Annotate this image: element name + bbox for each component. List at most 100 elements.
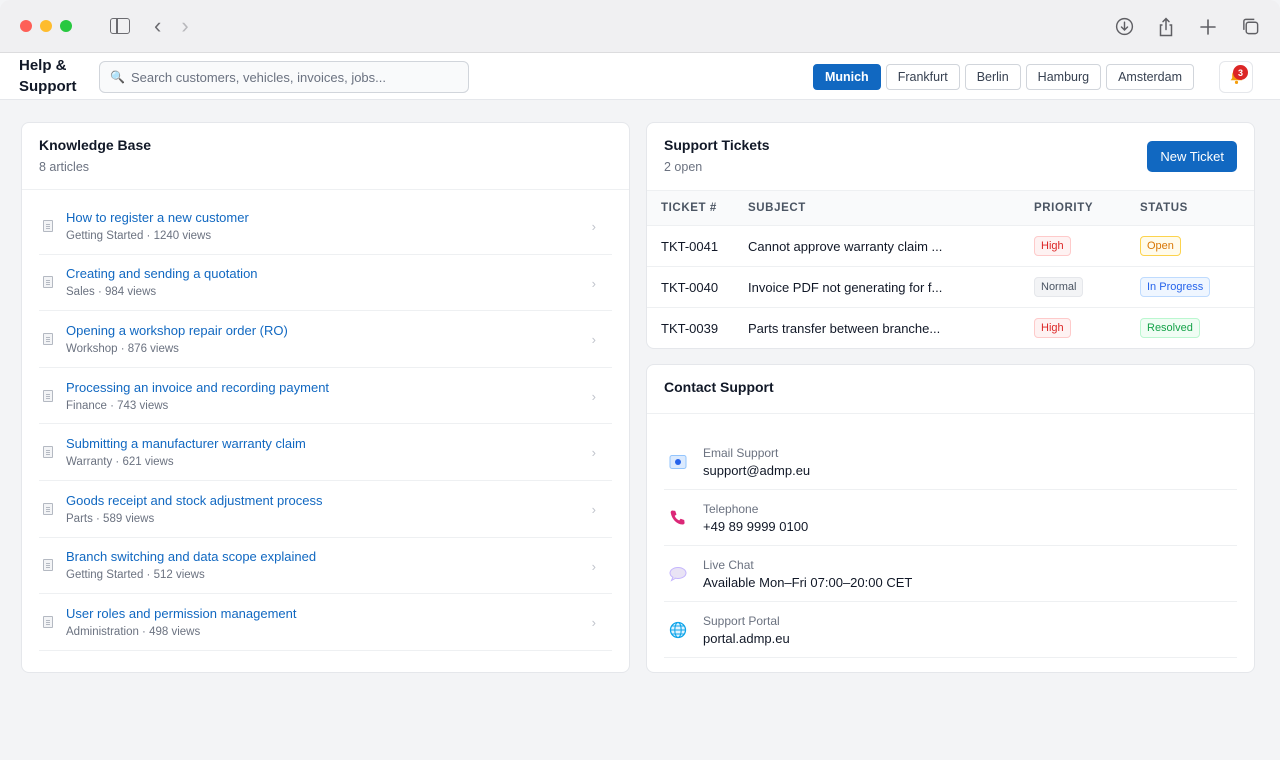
article-title-link[interactable]: Processing an invoice and recording paym… <box>66 380 329 395</box>
notifications-button[interactable]: 3 <box>1219 61 1253 93</box>
contact-value[interactable]: portal.admp.eu <box>703 631 790 646</box>
ticket-id: TKT-0039 <box>661 320 719 336</box>
ticket-subject: Parts transfer between branche... <box>748 320 941 336</box>
document-icon <box>43 389 53 402</box>
article-item[interactable]: Submitting a manufacturer warranty claim… <box>39 424 612 481</box>
contact-item-email[interactable]: Email Support support@admp.eu <box>664 434 1237 490</box>
chevron-right-icon: › <box>591 275 596 291</box>
table-row[interactable]: TKT-0040 Invoice PDF not generating for … <box>647 266 1254 308</box>
minimize-window-button[interactable] <box>40 20 52 32</box>
article-meta: Warranty · 621 views <box>66 456 174 469</box>
article-title-link[interactable]: Submitting a manufacturer warranty claim <box>66 436 306 451</box>
article-item[interactable]: Branch switching and data scope explaine… <box>39 538 612 595</box>
article-item[interactable]: Creating and sending a quotation Sales · … <box>39 255 612 312</box>
chevron-right-icon: › <box>591 219 596 234</box>
new-ticket-button[interactable]: New Ticket <box>1147 141 1237 172</box>
status-badge: Resolved <box>1140 318 1200 339</box>
new-tab-icon[interactable] <box>1198 17 1218 37</box>
branch-berlin-button[interactable]: Berlin <box>964 64 1021 90</box>
branch-munich-button[interactable]: Munich <box>812 64 881 90</box>
article-title-link[interactable]: Branch switching and data scope explaine… <box>66 549 316 564</box>
close-window-button[interactable] <box>20 20 32 32</box>
article-count: 8 articles <box>39 160 90 174</box>
chevron-right-icon: › <box>591 445 596 461</box>
contact-item-portal[interactable]: Support Portal portal.admp.eu <box>664 602 1237 658</box>
branch-frankfurt-button[interactable]: Frankfurt <box>885 64 960 90</box>
contact-support-title: Contact Support <box>664 379 774 395</box>
contact-value[interactable]: +49 89 9999 0100 <box>703 519 808 534</box>
article-meta: Parts · 589 views <box>66 512 155 525</box>
article-title-link[interactable]: Goods receipt and stock adjustment proce… <box>66 493 323 508</box>
article-title-link[interactable]: Opening a workshop repair order (RO) <box>66 323 288 338</box>
article-list: How to register a new customer Getting St… <box>22 198 629 651</box>
article-meta: Getting Started · 512 views <box>66 569 205 582</box>
branch-hamburg-button[interactable]: Hamburg <box>1025 64 1102 90</box>
article-meta: Workshop · 876 views <box>66 342 179 355</box>
window-controls <box>20 20 72 32</box>
maximize-window-button[interactable] <box>60 20 72 32</box>
document-icon <box>43 446 53 459</box>
document-icon <box>43 615 53 628</box>
app-header: Help & Support 🔍 Munich Frankfurt Berlin… <box>0 53 1280 100</box>
article-meta: Sales · 984 views <box>66 286 157 299</box>
article-item[interactable]: Opening a workshop repair order (RO) Work… <box>39 311 612 368</box>
column-header-subject[interactable]: SUBJECT <box>748 191 1034 226</box>
contact-label: Live Chat <box>703 557 754 572</box>
article-title-link[interactable]: How to register a new customer <box>66 210 249 225</box>
table-row[interactable]: TKT-0039 Parts transfer between branche.… <box>647 308 1254 349</box>
document-icon <box>43 502 53 515</box>
column-header-ticket[interactable]: TICKET # <box>647 191 748 226</box>
knowledge-base-card: Knowledge Base 8 articles How to registe… <box>21 122 630 673</box>
ticket-id: TKT-0041 <box>647 225 748 267</box>
knowledge-base-title: Knowledge Base <box>39 137 152 153</box>
search-input[interactable] <box>130 69 451 85</box>
download-icon[interactable] <box>1114 17 1134 37</box>
contact-support-card: Contact Support Email Support support@adm… <box>646 364 1255 673</box>
contact-value: Available Mon–Fri 07:00–20:00 CET <box>703 574 913 590</box>
article-meta: Administration · 498 views <box>66 625 201 638</box>
document-icon <box>43 559 53 572</box>
column-header-status[interactable]: STATUS <box>1140 191 1254 226</box>
back-arrow-icon[interactable]: ‹ <box>154 15 161 37</box>
ticket-id: TKT-0040 <box>647 266 748 308</box>
share-icon[interactable] <box>1156 17 1176 37</box>
document-icon <box>43 276 53 289</box>
tabs-overview-icon[interactable] <box>1240 17 1260 37</box>
article-item[interactable]: User roles and permission management Admi… <box>39 594 612 651</box>
contact-item-live-chat[interactable]: Live Chat Available Mon–Fri 07:00–20:00 C… <box>664 546 1237 602</box>
priority-badge: High <box>1034 318 1071 339</box>
article-item[interactable]: How to register a new customer Getting St… <box>39 198 612 255</box>
article-item[interactable]: Goods receipt and stock adjustment proce… <box>39 481 612 538</box>
table-header-row: TICKET # SUBJECT PRIORITY STATUS <box>647 190 1254 226</box>
browser-window: ‹ › Help & Support 🔍 Munich Frankfurt <box>0 0 1280 760</box>
chevron-right-icon: › <box>591 388 596 404</box>
global-search[interactable]: 🔍 <box>99 61 469 93</box>
table-row[interactable]: TKT-0041 Cannot approve warranty claim .… <box>647 225 1254 267</box>
notification-count-badge: 3 <box>1233 65 1248 80</box>
chevron-right-icon: › <box>591 501 596 517</box>
branch-switcher: Munich Frankfurt Berlin Hamburg Amsterda… <box>812 64 1194 90</box>
branch-amsterdam-button[interactable]: Amsterdam <box>1106 64 1194 90</box>
article-title-link[interactable]: Creating and sending a quotation <box>66 266 258 281</box>
article-item[interactable]: Processing an invoice and recording paym… <box>39 368 612 425</box>
document-icon <box>43 219 53 232</box>
column-header-priority[interactable]: PRIORITY <box>1034 191 1140 226</box>
tickets-table: TICKET # SUBJECT PRIORITY STATUS TKT-004… <box>647 190 1254 349</box>
forward-arrow-icon[interactable]: › <box>181 15 188 37</box>
sidebar-toggle-icon[interactable] <box>110 18 130 34</box>
chevron-right-icon: › <box>591 558 596 574</box>
contact-value[interactable]: support@admp.eu <box>703 463 810 478</box>
article-title-link[interactable]: User roles and permission management <box>66 606 297 621</box>
priority-badge: Normal <box>1034 277 1084 297</box>
chat-icon <box>667 563 689 585</box>
search-icon: 🔍 <box>110 70 125 84</box>
chevron-right-icon: › <box>591 615 596 631</box>
contact-item-telephone[interactable]: Telephone +49 89 9999 0100 <box>664 490 1237 546</box>
article-meta: Finance · 743 views <box>66 399 169 412</box>
email-icon <box>667 451 689 473</box>
chevron-right-icon: › <box>591 332 596 348</box>
priority-badge: High <box>1034 236 1071 256</box>
phone-icon <box>667 507 689 529</box>
contact-label: Email Support <box>703 445 779 460</box>
ticket-subject: Cannot approve warranty claim ... <box>748 225 1034 267</box>
